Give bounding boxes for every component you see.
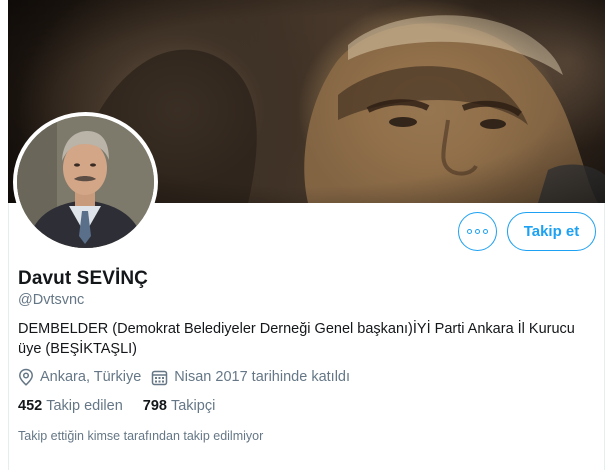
- followers-count-link[interactable]: 798 Takipçi: [143, 398, 216, 414]
- following-count-link[interactable]: 452 Takip edilen: [18, 398, 123, 414]
- profile-meta: Ankara, Türkiye Nisan 2017 tarihinde kat…: [18, 368, 360, 386]
- more-options-button[interactable]: [458, 212, 497, 251]
- card-left-border: [8, 203, 9, 470]
- location-pin-icon: [19, 368, 33, 386]
- profile-avatar[interactable]: [13, 112, 158, 252]
- location-text: Ankara, Türkiye: [40, 369, 142, 385]
- profile-location: Ankara, Türkiye: [18, 368, 141, 386]
- avatar-photo-illustration: [17, 116, 154, 248]
- profile-name: Davut SEVİNÇ: [18, 268, 149, 289]
- profile-handle[interactable]: @Dvtsvnc: [18, 292, 84, 308]
- profile-page: Takip et Davut SEVİNÇ @Dvtsvnc DEMBELDER…: [0, 0, 613, 470]
- calendar-icon: [152, 370, 168, 385]
- followers-count: 798: [142, 398, 167, 414]
- followed-by-note: Takip ettiğin kimse tarafından takip edi…: [18, 429, 264, 443]
- card-right-border: [604, 203, 605, 470]
- joined-text: Nisan 2017 tarihinde katıldı: [174, 369, 351, 385]
- follow-button[interactable]: Takip et: [507, 212, 596, 251]
- following-label: Takip edilen: [46, 398, 123, 414]
- followers-label: Takipçi: [170, 398, 216, 414]
- more-icon: [467, 229, 488, 234]
- follow-counts: 452 Takip edilen 798 Takipçi: [18, 398, 235, 414]
- profile-bio: DEMBELDER (Demokrat Belediyeler Derneği …: [18, 321, 575, 357]
- following-count: 452: [18, 398, 43, 414]
- profile-joined-date: Nisan 2017 tarihinde katıldı: [151, 369, 350, 386]
